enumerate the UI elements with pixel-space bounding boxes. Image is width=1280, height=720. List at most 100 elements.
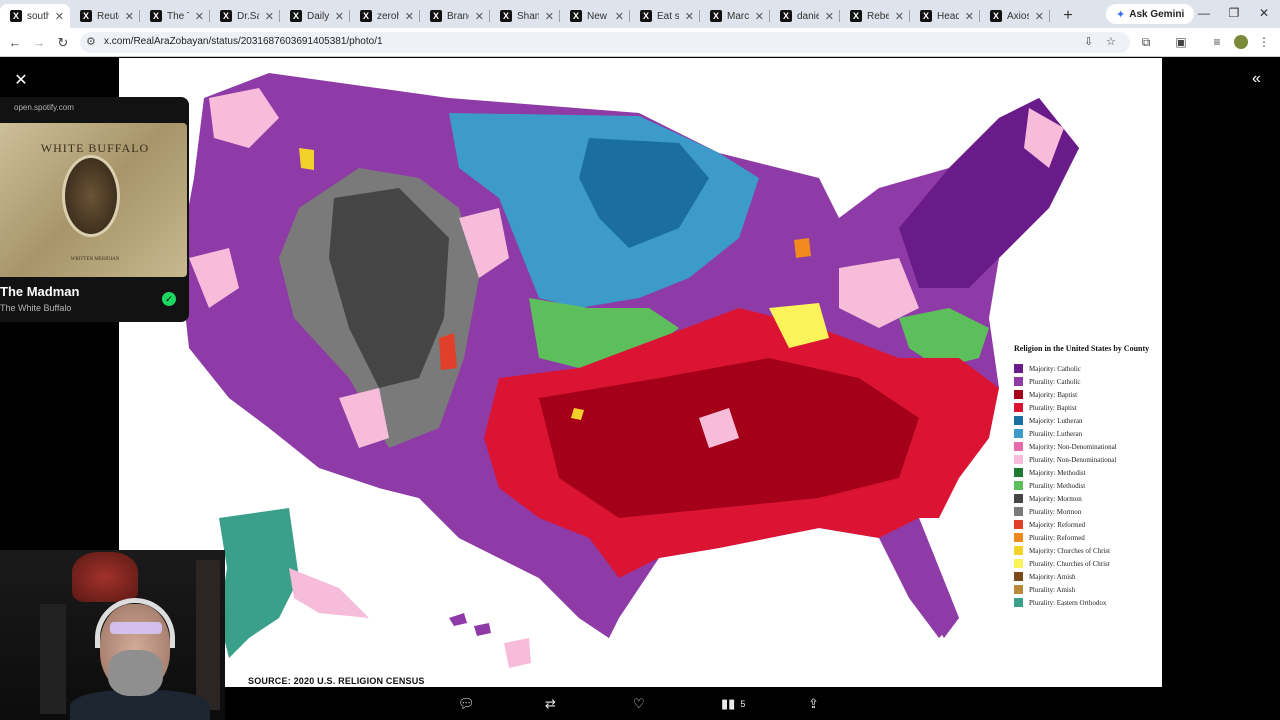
- extensions-icon[interactable]: ⧉: [1138, 35, 1154, 50]
- browser-tab[interactable]: X Reute ✕: [70, 4, 140, 28]
- legend-swatch: [1014, 559, 1023, 568]
- tab-close-icon[interactable]: ✕: [475, 10, 484, 23]
- legend-item: Plurality: Non-Denominational: [1014, 453, 1160, 466]
- tab-favicon-icon: X: [640, 10, 652, 22]
- tab-close-icon[interactable]: ✕: [1035, 10, 1044, 23]
- tab-title: Axios: [1007, 10, 1029, 22]
- tab-close-icon[interactable]: ✕: [825, 10, 834, 23]
- album-art-portrait: [62, 155, 120, 237]
- browser-tab[interactable]: X Axios ✕: [980, 4, 1050, 28]
- tab-favicon-icon: X: [10, 10, 22, 22]
- legend-swatch: [1014, 429, 1023, 438]
- restore-icon[interactable]: ❐: [1224, 6, 1244, 20]
- browser-tab[interactable]: X March ✕: [700, 4, 770, 28]
- tab-close-icon[interactable]: ✕: [895, 10, 904, 23]
- tab-title: Eat sc: [657, 10, 679, 22]
- tab-close-icon[interactable]: ✕: [125, 10, 134, 23]
- legend-item: Plurality: Amish: [1014, 583, 1160, 596]
- share-icon[interactable]: ⇪: [808, 696, 819, 712]
- close-window-icon[interactable]: ✕: [1254, 6, 1274, 20]
- legend-item: Majority: Amish: [1014, 570, 1160, 583]
- legend-item: Plurality: Mormon: [1014, 505, 1160, 518]
- tab-favicon-icon: X: [570, 10, 582, 22]
- site-info-icon[interactable]: ⚙: [86, 35, 96, 48]
- views-button[interactable]: ▮▮ 5: [721, 696, 745, 712]
- legend-label: Majority: Catholic: [1029, 364, 1081, 373]
- legend-item: Majority: Churches of Christ: [1014, 544, 1160, 557]
- glasses: [110, 622, 162, 634]
- tab-close-icon[interactable]: ✕: [195, 10, 204, 23]
- browser-tab[interactable]: X Shana ✕: [490, 4, 560, 28]
- tab-title: zeroh: [377, 10, 399, 22]
- tab-close-icon[interactable]: ✕: [55, 10, 64, 23]
- legend-label: Majority: Mormon: [1029, 494, 1082, 503]
- new-tab-icon[interactable]: +: [1056, 4, 1080, 28]
- song-title: The Madman: [0, 284, 80, 299]
- legend-label: Plurality: Catholic: [1029, 377, 1081, 386]
- legend-swatch: [1014, 468, 1023, 477]
- album-art: WHITE BUFFALO WRITTEN MERIDIAN: [0, 123, 187, 277]
- browser-tab[interactable]: Xsouth ✕: [0, 4, 70, 28]
- legend-label: Majority: Lutheran: [1029, 416, 1083, 425]
- tab-close-icon[interactable]: ✕: [965, 10, 974, 23]
- browser-tab[interactable]: X New Y ✕: [560, 4, 630, 28]
- legend-label: Plurality: Churches of Christ: [1029, 559, 1110, 568]
- reading-list-icon[interactable]: ≡: [1209, 35, 1225, 49]
- tab-favicon-icon: X: [80, 10, 92, 22]
- tab-close-icon[interactable]: ✕: [545, 10, 554, 23]
- tab-title: New Y: [587, 10, 609, 22]
- tab-close-icon[interactable]: ✕: [335, 10, 344, 23]
- tab-title: daniel: [797, 10, 819, 22]
- browser-tab[interactable]: X Dr.San ✕: [210, 4, 280, 28]
- tab-close-icon[interactable]: ✕: [405, 10, 414, 23]
- bookmark-star-icon[interactable]: ☆: [1106, 35, 1116, 48]
- close-viewer-icon[interactable]: ✕: [12, 70, 30, 90]
- tab-title: Dr.San: [237, 10, 259, 22]
- legend-item: Plurality: Eastern Orthodox: [1014, 596, 1160, 609]
- browser-tab[interactable]: X The Tr ✕: [140, 4, 210, 28]
- album-art-subtitle: WRITTEN MERIDIAN: [70, 257, 120, 262]
- address-bar[interactable]: ⚙ x.com/RealAraZobayan/status/2031687603…: [80, 32, 1130, 53]
- legend-label: Plurality: Methodist: [1029, 481, 1086, 490]
- legend-swatch: [1014, 572, 1023, 581]
- like-icon[interactable]: ♡: [633, 696, 645, 712]
- tab-close-icon[interactable]: ✕: [615, 10, 624, 23]
- tab-favicon-icon: X: [710, 10, 722, 22]
- browser-tab[interactable]: Xdaniel ✕: [770, 4, 840, 28]
- reload-icon[interactable]: ↻: [54, 34, 72, 52]
- legend-swatch: [1014, 364, 1023, 373]
- back-icon[interactable]: ←: [6, 34, 24, 52]
- legend-label: Majority: Reformed: [1029, 520, 1086, 529]
- reply-icon[interactable]: 💬︎: [458, 696, 475, 712]
- gemini-star-icon: ✦: [1116, 8, 1126, 21]
- repost-icon[interactable]: ⇄: [545, 696, 556, 712]
- tab-favicon-icon: X: [500, 10, 512, 22]
- media-controls-icon[interactable]: ▣: [1173, 35, 1189, 49]
- tab-close-icon[interactable]: ✕: [265, 10, 274, 23]
- profile-avatar[interactable]: [1234, 35, 1248, 49]
- tab-close-icon[interactable]: ✕: [755, 10, 764, 23]
- ask-gemini-button[interactable]: ✦ Ask Gemini: [1106, 4, 1195, 24]
- legend-label: Majority: Non-Denominational: [1029, 442, 1117, 451]
- browser-tab[interactable]: Xzeroh ✕: [350, 4, 420, 28]
- browser-tab[interactable]: X Daily ✕: [280, 4, 350, 28]
- saved-check-icon[interactable]: ✓: [162, 292, 176, 306]
- legend-swatch: [1014, 455, 1023, 464]
- tab-close-icon[interactable]: ✕: [685, 10, 694, 23]
- expand-sidebar-icon[interactable]: «: [1252, 70, 1261, 88]
- legend-label: Majority: Churches of Christ: [1029, 546, 1111, 555]
- legend-label: Majority: Methodist: [1029, 468, 1086, 477]
- browser-tab[interactable]: X Rebel ✕: [840, 4, 910, 28]
- browser-tab[interactable]: X Head ✕: [910, 4, 980, 28]
- spotify-mini-player[interactable]: open.spotify.com WHITE BUFFALO WRITTEN M…: [0, 97, 189, 322]
- forward-icon[interactable]: →: [30, 34, 48, 52]
- browser-tab[interactable]: X Brand ✕: [420, 4, 490, 28]
- browser-tab[interactable]: X Eat sc ✕: [630, 4, 700, 28]
- minimize-icon[interactable]: —: [1194, 6, 1214, 20]
- legend-item: Majority: Baptist: [1014, 388, 1160, 401]
- install-app-icon[interactable]: ⇩: [1084, 35, 1093, 48]
- menu-icon[interactable]: ⋮: [1256, 35, 1272, 49]
- source-caption: SOURCE: 2020 U.S. RELIGION CENSUS: [248, 676, 425, 686]
- legend-swatch: [1014, 442, 1023, 451]
- ask-gemini-label: Ask Gemini: [1129, 8, 1185, 20]
